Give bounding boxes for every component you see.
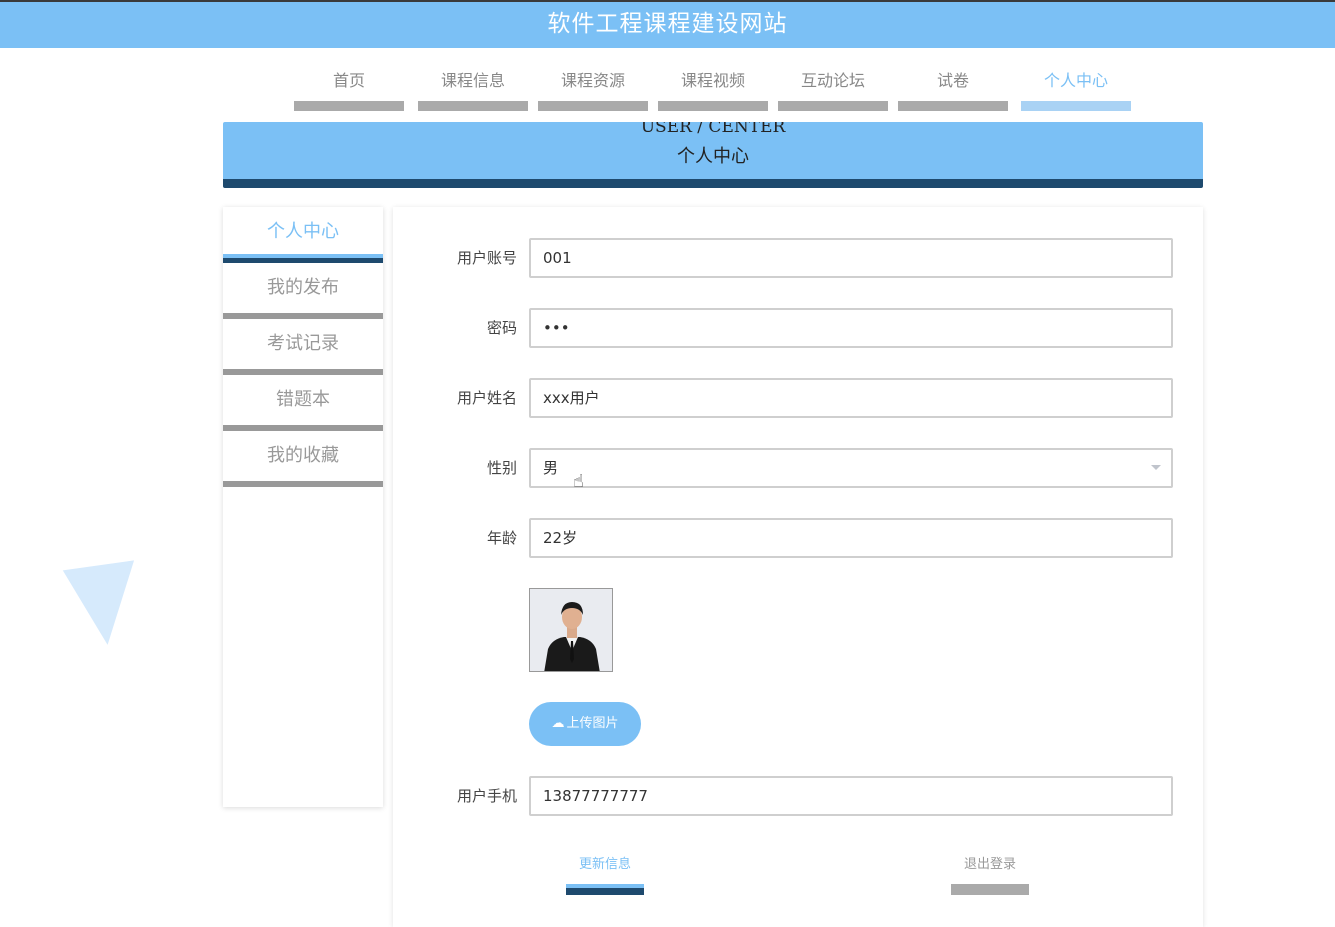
banner-title-cn: 个人中心 [677,146,749,167]
logout-button[interactable]: 退出登录 [951,857,1029,899]
upload-label: 上传图片 [566,716,619,731]
nav-item-label: 试卷 [936,71,969,90]
nav-item-underline [898,101,1008,111]
chevron-down-icon [1151,465,1161,470]
sidebar-item-label: 我的收藏 [267,445,339,466]
password-field[interactable]: ••• [529,308,1173,348]
name-field[interactable]: xxx用户 [529,378,1173,418]
nav-item-underline [1021,101,1131,111]
nav-item-underline [778,101,888,111]
sidebar-item-my-posts[interactable]: 我的发布 [223,263,383,319]
nav-item-user-center[interactable]: 个人中心 [1021,66,1131,111]
sidebar-item-label: 我的发布 [267,277,339,298]
age-row: 年龄 22岁 [393,518,1203,558]
nav-item-label: 个人中心 [1043,71,1108,90]
sidebar-item-favorites[interactable]: 我的收藏 [223,431,383,487]
nav-item-exam-papers[interactable]: 试卷 [898,66,1008,111]
avatar-image [530,589,612,671]
sidebar-item-label: 个人中心 [267,221,339,242]
phone-field[interactable]: 13877777777 [529,776,1173,816]
account-field[interactable]: 001 [529,238,1173,278]
nav-item-label: 课程视频 [680,71,745,90]
sidebar-item-label: 错题本 [276,389,330,410]
nav-item-underline [538,101,648,111]
nav-item-course-videos[interactable]: 课程视频 [658,66,768,111]
banner-title-en: USER / CENTER [640,122,786,137]
logout-underline [951,884,1029,895]
profile-form: 用户账号 001 密码 ••• 用户姓名 xxx用户 性别 男 ☝ 年龄 22岁 [393,207,1203,927]
nav-item-home[interactable]: 首页 [294,66,404,111]
name-label: 用户姓名 [456,389,517,407]
update-info-label: 更新信息 [578,857,631,872]
sidebar-item-wrong-questions[interactable]: 错题本 [223,375,383,431]
logout-label: 退出登录 [963,857,1016,872]
account-label: 用户账号 [456,249,517,267]
nav-item-label: 课程信息 [440,71,505,90]
nav-item-forum[interactable]: 互动论坛 [778,66,888,111]
gender-row: 性别 男 ☝ [393,448,1203,492]
page-banner: USER / CENTER 个人中心 [223,122,1203,188]
password-row: 密码 ••• [393,308,1203,348]
gender-value: 男 [543,459,559,477]
age-field[interactable]: 22岁 [529,518,1173,558]
nav-item-underline [418,101,528,111]
sidebar-item-exam-records[interactable]: 考试记录 [223,319,383,375]
name-row: 用户姓名 xxx用户 [393,378,1203,418]
nav-item-label: 互动论坛 [800,71,865,90]
gender-label: 性别 [486,459,517,477]
site-header: 软件工程课程建设网站 [0,0,1335,48]
update-info-underline [566,884,644,895]
sidebar-item-underline [223,481,383,487]
nav-item-label: 首页 [332,71,365,90]
nav-item-course-resources[interactable]: 课程资源 [538,66,648,111]
main-nav: 首页 课程信息 课程资源 课程视频 互动论坛 试卷 个人中心 [0,66,1335,112]
avatar [529,588,613,672]
password-label: 密码 [486,319,517,337]
account-row: 用户账号 001 [393,238,1203,278]
site-title: 软件工程课程建设网站 [547,11,788,37]
nav-item-underline [294,101,404,111]
upload-image-button[interactable]: ☁ 上传图片 [529,702,641,746]
sidebar-item-user-center[interactable]: 个人中心 [223,207,383,263]
phone-label: 用户手机 [456,787,517,805]
sidebar: 个人中心 我的发布 考试记录 错题本 我的收藏 [223,207,383,807]
nav-item-course-info[interactable]: 课程信息 [418,66,528,111]
phone-row: 用户手机 13877777777 [393,776,1203,816]
hand-pointer-icon: ☝ [573,471,584,492]
decorative-triangle [62,560,146,650]
gender-select[interactable]: 男 ☝ [529,448,1173,492]
nav-item-underline [658,101,768,111]
nav-item-label: 课程资源 [560,71,625,90]
sidebar-item-underline [223,254,383,263]
sidebar-item-label: 考试记录 [267,333,339,354]
age-label: 年龄 [486,529,517,547]
update-info-button[interactable]: 更新信息 [566,857,644,899]
cloud-upload-icon: ☁ [551,716,565,731]
